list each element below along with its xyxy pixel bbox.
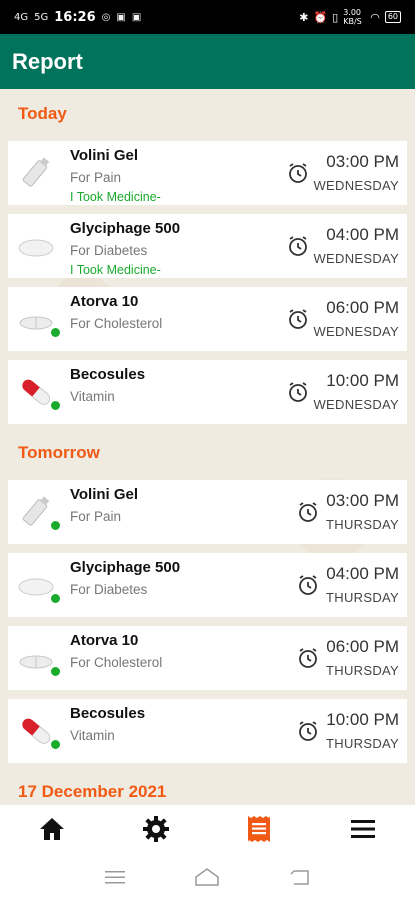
reminder-day: THURSDAY [326, 663, 399, 678]
alarm-clock-icon [286, 234, 310, 258]
reminder-time: 03:00 PM [326, 491, 399, 510]
medicine-card[interactable]: Atorva 10 For Cholesterol 06:00 PM THURS… [8, 626, 407, 690]
reminder-day: WEDNESDAY [313, 178, 399, 193]
home-icon [39, 818, 64, 840]
reminder-time: 10:00 PM [326, 710, 399, 729]
wifi-icon: ◠ [370, 10, 380, 24]
battery-icon: 60 [384, 11, 401, 23]
capsule-icon [16, 372, 56, 412]
alarm-clock-icon [296, 500, 320, 524]
medicine-name: Glyciphage 500 [70, 220, 181, 237]
medicine-purpose: For Pain [70, 509, 122, 524]
alarm-clock-icon [286, 161, 310, 185]
status-dot [51, 594, 60, 603]
report-icon [248, 816, 271, 842]
medicine-card[interactable]: Becosules Vitamin 10:00 PM THURSDAY [8, 699, 407, 763]
nav-menu-button[interactable] [343, 809, 383, 849]
signal-5g-icon: 5G [34, 11, 49, 23]
status-dot [51, 401, 60, 410]
status-dot [51, 328, 60, 337]
medicine-purpose: Vitamin [70, 389, 115, 404]
section-title-tomorrow: Tomorrow [18, 443, 100, 462]
medicine-name: Becosules [70, 705, 146, 722]
tablet-icon [16, 226, 56, 266]
bluetooth-icon: ✱ [299, 10, 309, 24]
medicine-card[interactable]: Glyciphage 500 For Diabetes I Took Medic… [8, 214, 407, 278]
medicine-purpose: Vitamin [70, 728, 115, 743]
tablet-icon [16, 565, 56, 605]
medicine-card[interactable]: Volini Gel For Pain 03:00 PM THURSDAY [8, 480, 407, 544]
medicine-purpose: For Cholesterol [70, 316, 163, 331]
report-list[interactable]: Today Volini Gel For Pain I Took Medicin… [0, 89, 415, 805]
facebook-icon: ▣ [131, 11, 142, 23]
medicine-purpose: For Cholesterol [70, 655, 163, 670]
alarm-clock-icon [296, 573, 320, 597]
medicine-name: Glyciphage 500 [70, 559, 181, 576]
section-title-date: 17 December 2021 [18, 782, 167, 801]
section-title-today: Today [18, 104, 67, 123]
taken-status: I Took Medicine- [70, 263, 161, 277]
reminder-time: 06:00 PM [326, 637, 399, 656]
scored-tablet-icon [16, 638, 56, 678]
medicine-purpose: For Diabetes [70, 243, 148, 258]
system-navigation-bar [0, 853, 415, 900]
medicine-card[interactable]: Atorva 10 For Cholesterol 06:00 PM WEDNE… [8, 287, 407, 351]
medicine-card[interactable]: Volini Gel For Pain I Took Medicine- 03:… [8, 141, 407, 205]
status-dot [51, 521, 60, 530]
reminder-day: WEDNESDAY [313, 324, 399, 339]
status-dot [51, 740, 60, 749]
medicine-purpose: For Pain [70, 170, 122, 185]
reminder-time: 03:00 PM [326, 152, 399, 171]
reminder-time: 04:00 PM [326, 564, 399, 583]
bottom-navigation [0, 805, 415, 853]
gel-tube-icon [16, 492, 56, 532]
reminder-day: THURSDAY [326, 736, 399, 751]
alarm-icon: ⏰ [313, 10, 328, 24]
status-time: 16:26 [54, 9, 96, 25]
reminder-day: WEDNESDAY [313, 397, 399, 412]
medicine-name: Volini Gel [70, 147, 139, 164]
taken-status: I Took Medicine- [70, 190, 161, 204]
menu-icon [351, 820, 376, 838]
home-nav-icon[interactable] [193, 867, 221, 887]
nav-report-button[interactable] [239, 809, 279, 849]
alarm-clock-icon [296, 719, 320, 743]
signal-4g-icon: 4G [14, 11, 29, 23]
status-bar: 4G 5G 16:26 ◎ ▣ ▣ ✱ ⏰ ▯ 3.00 KB/S ◠ 60 [0, 0, 415, 34]
alarm-clock-icon [296, 646, 320, 670]
reminder-time: 06:00 PM [326, 298, 399, 317]
reminder-day: THURSDAY [326, 590, 399, 605]
medicine-card[interactable]: Glyciphage 500 For Diabetes 04:00 PM THU… [8, 553, 407, 617]
reminder-time: 04:00 PM [326, 225, 399, 244]
medicine-name: Atorva 10 [70, 632, 139, 649]
whatsapp-icon: ◎ [101, 11, 111, 23]
nav-home-button[interactable] [32, 809, 72, 849]
gel-tube-icon [16, 153, 56, 193]
data-speed: 3.00 KB/S [343, 8, 362, 26]
app-bar: Report [0, 34, 415, 89]
medicine-name: Volini Gel [70, 486, 139, 503]
recents-icon[interactable] [104, 869, 126, 885]
facebook-icon: ▣ [116, 11, 126, 23]
capsule-icon [16, 711, 56, 751]
medicine-card[interactable]: Becosules Vitamin 10:00 PM WEDNESDAY [8, 360, 407, 424]
scored-tablet-icon [16, 299, 56, 339]
medicine-purpose: For Diabetes [70, 582, 148, 597]
back-icon[interactable] [289, 868, 311, 886]
reminder-day: THURSDAY [326, 517, 399, 532]
vibrate-icon: ▯ [332, 10, 339, 24]
nav-settings-button[interactable] [136, 809, 176, 849]
alarm-clock-icon [286, 307, 310, 331]
reminder-time: 10:00 PM [326, 371, 399, 390]
medicine-name: Becosules [70, 366, 146, 383]
settings-icon [142, 816, 169, 842]
alarm-clock-icon [286, 380, 310, 404]
page-title: Report [12, 48, 83, 74]
medicine-name: Atorva 10 [70, 293, 139, 310]
status-dot [51, 667, 60, 676]
reminder-day: WEDNESDAY [313, 251, 399, 266]
